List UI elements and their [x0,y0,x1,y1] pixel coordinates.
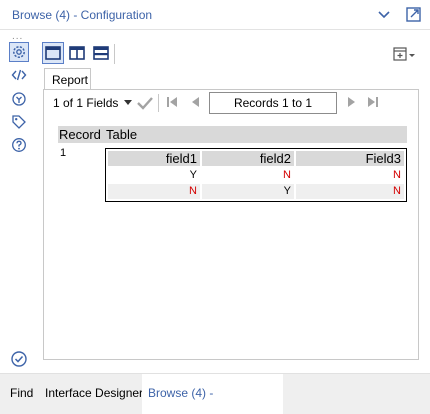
next-record-icon[interactable] [346,95,358,112]
tag-icon[interactable] [9,112,29,132]
grid-header: Record Table [58,126,407,143]
tab-interface-designer[interactable]: Interface Designer [41,374,147,414]
subtable-header-field3[interactable]: Field3 [296,151,404,166]
previous-record-icon[interactable] [189,95,201,112]
first-record-icon[interactable] [165,95,179,112]
view-options-icon[interactable] [392,46,418,64]
table-cell: N [283,169,291,181]
chevron-down-icon[interactable] [376,7,392,23]
table-cell: N [393,169,401,181]
nested-table: field1 field2 Field3 Y N N N Y N [105,148,407,202]
bottom-tab-bar: Find Interface Designer Browse (4) - Con… [0,373,430,414]
code-icon[interactable] [9,65,29,85]
vertical-split-icon[interactable] [66,42,88,64]
table-cell: N [108,184,200,199]
gear-icon[interactable] [9,42,29,62]
table-cell: Y [189,169,197,181]
window-title: Browse (4) - Configuration [12,8,153,22]
single-view-icon[interactable] [42,42,64,64]
records-range-field[interactable]: Records 1 to 1 [209,92,337,114]
report-panel: 1 of 1 Fields Records 1 to 1 Record Tabl… [43,89,419,360]
subtable-header-field2[interactable]: field2 [202,151,294,166]
check-circle-icon[interactable] [10,350,28,368]
help-icon[interactable] [9,135,29,155]
table-cell: Y [202,184,294,199]
table-cell: N [296,184,404,199]
fields-selector[interactable]: 1 of 1 Fields [53,96,118,110]
column-header-table[interactable]: Table [106,127,137,142]
record-number: 1 [60,147,67,159]
last-record-icon[interactable] [366,95,380,112]
connection-icon[interactable] [9,89,29,109]
tab-browse-configuration[interactable]: Browse (4) - Configuration [142,374,283,414]
toolbar-divider [114,44,115,64]
subtable-header-field1[interactable]: field1 [108,151,200,166]
fields-dropdown-caret[interactable] [124,100,132,105]
column-header-record[interactable]: Record [59,127,101,142]
window-titlebar: Browse (4) - Configuration [0,0,430,30]
undock-icon[interactable] [405,5,423,23]
tab-find[interactable]: Find [6,374,37,414]
checkmark-icon[interactable] [137,96,153,113]
horizontal-split-icon[interactable] [90,42,112,64]
nav-divider [158,94,159,112]
config-sidebar [0,38,36,378]
tab-report[interactable]: Report [44,68,91,90]
record-navigation: 1 of 1 Fields Records 1 to 1 [44,90,418,116]
